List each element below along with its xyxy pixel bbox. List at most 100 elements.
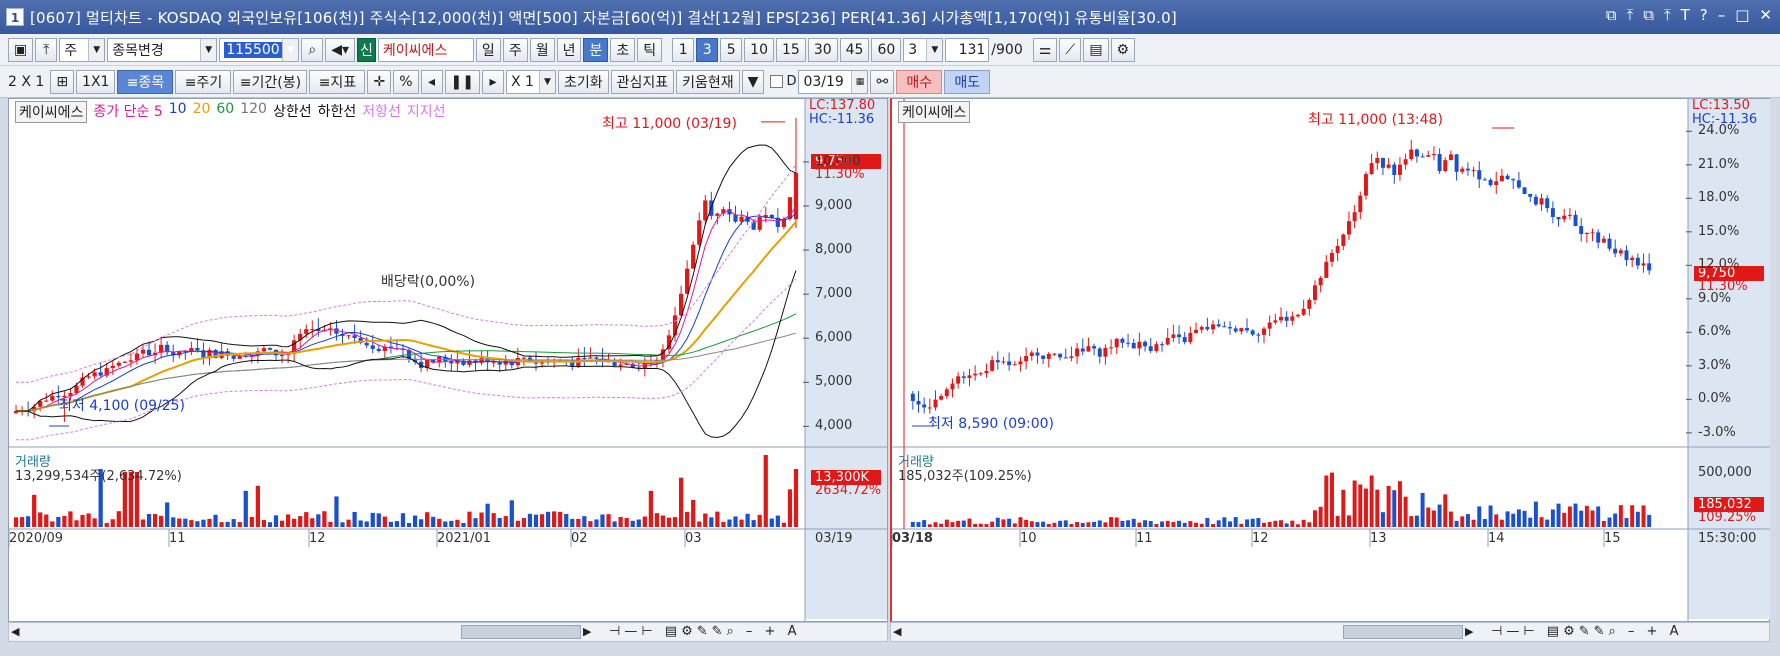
crosshair-icon[interactable]: ✛	[367, 69, 392, 94]
zoom-select[interactable]: X 1 ▼	[505, 69, 556, 94]
sell-button[interactable]: 매도	[944, 69, 991, 94]
cycle-config-button[interactable]: ≡주기	[175, 69, 232, 94]
tile-icon[interactable]: ⧉	[1643, 6, 1654, 24]
period-year[interactable]: 년	[556, 37, 582, 62]
font-icon[interactable]: T	[1681, 6, 1690, 24]
draw-line-icon[interactable]: ⟋	[1059, 37, 1082, 62]
grid-tools-icon[interactable]: ⚌	[1032, 37, 1058, 62]
volume-bar	[455, 519, 460, 527]
window-title: [0607] 멀티차트 - KOSDAQ 외국인보유[106(천)] 주식수[1…	[30, 8, 1177, 27]
date-input[interactable]: 03/19 ▦	[798, 69, 869, 94]
pin-icon[interactable]: ⤒	[1664, 6, 1671, 24]
unit-60[interactable]: 60	[871, 37, 902, 62]
layout-2x1-label[interactable]: 2 X 1	[8, 74, 44, 90]
pause-icon[interactable]: ❚❚	[444, 69, 480, 94]
buy-button[interactable]: 매수	[896, 69, 943, 94]
restore-icon[interactable]: ⧉	[1606, 6, 1617, 24]
zoom-tools[interactable]: ⊣—⊢ ▤⚙✎✎⌕ – + A	[1491, 624, 1682, 639]
candle-body	[1522, 187, 1527, 194]
unit-3[interactable]: 3	[696, 37, 719, 62]
maximize-icon[interactable]: □	[1735, 6, 1749, 24]
volume-bar	[1222, 517, 1227, 527]
scroll-right-icon[interactable]: ▶	[583, 625, 591, 638]
volume-bar	[298, 516, 303, 527]
gear-icon[interactable]: ⚙	[1110, 37, 1136, 62]
period-month[interactable]: 월	[529, 37, 555, 62]
close-icon[interactable]: ✕	[1759, 6, 1772, 24]
legend-ma120[interactable]: 120	[240, 101, 267, 123]
save-icon[interactable]: ▤	[1083, 37, 1109, 62]
period-tick[interactable]: 틱	[637, 37, 663, 62]
legend-lower-band[interactable]: 하한선	[318, 101, 357, 123]
reset-button[interactable]: 초기화	[557, 69, 609, 94]
scroll-right-icon[interactable]: ▶	[1465, 625, 1473, 638]
minimize-icon[interactable]: –	[1718, 6, 1726, 24]
period-week[interactable]: 주	[502, 37, 528, 62]
stock-type-select[interactable]: 주 ▼	[59, 37, 106, 62]
pct-tick-label: 15.0%	[1698, 223, 1740, 239]
chevron-down-icon[interactable]: ▼	[741, 69, 765, 94]
new-badge: 신	[357, 37, 376, 62]
checkbox-box[interactable]	[770, 75, 784, 88]
volume-bar	[600, 514, 605, 527]
candle-body	[691, 244, 696, 269]
screen-layout-icon[interactable]: ▣	[8, 37, 34, 62]
scroll-left-icon[interactable]: ◀	[893, 625, 901, 638]
unit-1[interactable]: 1	[672, 37, 695, 62]
unit-30[interactable]: 30	[807, 37, 838, 62]
candle-body	[1035, 352, 1040, 356]
pin-top-icon[interactable]: ⤒	[1627, 6, 1634, 24]
chart-stock-name[interactable]: 케이씨에스	[15, 101, 88, 123]
next-icon[interactable]: ▸	[481, 69, 504, 94]
stock-name-field[interactable]: 케이씨에스	[377, 37, 474, 62]
candle-body	[267, 348, 273, 350]
unit-45[interactable]: 45	[839, 37, 870, 62]
date-checkbox[interactable]: D	[770, 74, 796, 89]
legend-support[interactable]: 지지선	[407, 101, 446, 123]
stock-config-button[interactable]: ≡종목	[117, 69, 174, 94]
daily-chart-panel[interactable]: 케이씨에스 종가 단순 5 10 20 60 120 상한선 하한선 저항선 지…	[8, 98, 888, 622]
search-icon[interactable]: ⌕	[301, 37, 324, 62]
watch-indicator-button[interactable]: 관심지표	[610, 69, 675, 94]
kiwoom-current-button[interactable]: 키움현재	[676, 69, 740, 94]
volume-bar	[939, 523, 944, 527]
volume-bar	[1318, 506, 1323, 527]
legend-ma20[interactable]: 20	[193, 101, 211, 123]
layout-1x1-button[interactable]: 1X1	[76, 69, 116, 94]
pin-top-icon[interactable]: ⤒	[35, 37, 58, 62]
stock-code-input[interactable]: 115500 ▼	[219, 37, 300, 62]
speaker-icon[interactable]: ◀▾	[325, 37, 356, 62]
right-chart-scrollbar[interactable]: ◀ ▶ ⊣—⊢ ▤⚙✎✎⌕ – + A	[890, 622, 1770, 642]
zoom-tools[interactable]: ⊣—⊢ ▤⚙✎✎⌕ – + A	[609, 624, 800, 639]
legend-ma5[interactable]: 종가 단순 5	[93, 101, 162, 123]
left-chart-scrollbar[interactable]: ◀ ▶ ⊣—⊢ ▤⚙✎✎⌕ – + A	[8, 622, 888, 642]
scroll-thumb[interactable]	[461, 625, 581, 639]
custom-unit-select[interactable]: 3 ▼	[903, 37, 944, 62]
stock-change-select[interactable]: 종목변경 ▼	[107, 37, 218, 62]
unit-10[interactable]: 10	[744, 37, 774, 62]
period-second[interactable]: 초	[610, 37, 636, 62]
unit-5[interactable]: 5	[720, 37, 743, 62]
chart-stock-name[interactable]: 케이씨에스	[898, 101, 971, 123]
intraday-chart-panel[interactable]: 케이씨에스 최고 11,000 (13:48) 최저 8,590 (09:00)…	[890, 98, 1770, 622]
legend-resistance[interactable]: 저항선	[362, 101, 401, 123]
scroll-left-icon[interactable]: ◀	[11, 625, 19, 638]
count-input[interactable]: 131	[945, 37, 990, 62]
percent-button[interactable]: %	[393, 69, 419, 94]
indicator-config-button[interactable]: ≡지표	[309, 69, 366, 94]
candle-body	[1533, 196, 1538, 205]
period-day[interactable]: 일	[475, 37, 501, 62]
filter-icon[interactable]: ⚯	[870, 69, 895, 94]
period-minute[interactable]: 분	[583, 37, 609, 62]
volume-bar	[225, 521, 230, 527]
scroll-thumb[interactable]	[1343, 625, 1463, 639]
legend-ma10[interactable]: 10	[169, 101, 187, 123]
legend-upper-band[interactable]: 상한선	[273, 101, 312, 123]
grid-icon[interactable]: ⊞	[50, 69, 75, 94]
unit-15[interactable]: 15	[775, 37, 806, 62]
period-config-button[interactable]: ≡기간(봉)	[233, 69, 308, 94]
calendar-icon[interactable]: ▦	[851, 70, 868, 93]
legend-ma60[interactable]: 60	[216, 101, 234, 123]
help-icon[interactable]: ?	[1700, 6, 1708, 24]
prev-icon[interactable]: ◂	[420, 69, 443, 94]
